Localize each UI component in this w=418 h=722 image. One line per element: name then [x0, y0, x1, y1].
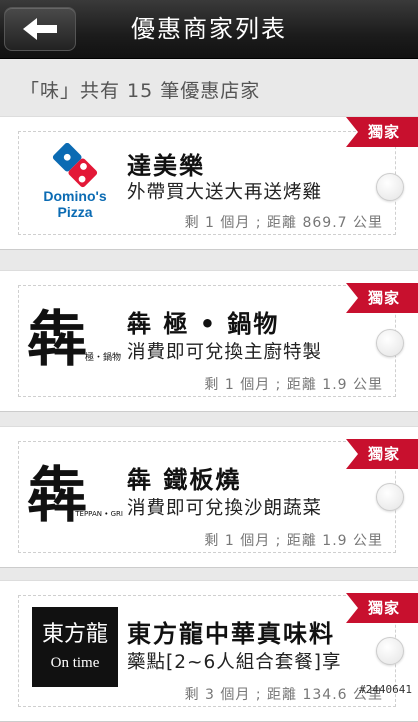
logo-text-ben: 犇 — [27, 461, 87, 531]
store-promo: 消費即可兌換沙朗蔬菜 — [127, 498, 323, 519]
watermark: #2440641 — [359, 683, 412, 696]
store-card-inner: Domino's Pizza 達美樂 外帶買大送大再送烤雞 剩 1 個月 ; 距… — [18, 131, 396, 235]
logo-text-sub: TEPPAN • GRILL — [74, 510, 123, 518]
ben-teppan-logo-icon: 犇 TEPPAN • GRILL — [25, 448, 125, 538]
logo-text-sub: 極・鍋物 — [85, 351, 121, 363]
ben-hotpot-logo-icon: 犇 極・鍋物 — [25, 292, 125, 382]
store-promo: 外帶買大送大再送烤雞 — [127, 182, 323, 203]
select-radio[interactable] — [376, 329, 404, 357]
store-meta: 剩 1 個月 ; 距離 1.9 公里 — [204, 377, 383, 393]
page-title: 優惠商家列表 — [131, 15, 287, 43]
select-radio[interactable] — [376, 173, 404, 201]
store-card[interactable]: 東方龍 On time 東方龍中華真味料 藥點[2~6人組合套餐]享 剩 3 個… — [0, 580, 418, 722]
logo-text-ben: 犇 — [27, 305, 87, 375]
exclusive-badge: 獨家 — [346, 117, 418, 147]
store-card-inner: 犇 極・鍋物 犇 極 • 鍋物 消費即可兌換主廚特製 剩 1 個月 ; 距離 1… — [18, 285, 396, 397]
select-radio[interactable] — [376, 483, 404, 511]
store-card[interactable]: 犇 TEPPAN • GRILL 犇 鐵板燒 消費即可兌換沙朗蔬菜 剩 1 個月… — [0, 426, 418, 568]
logo-text-dominos: Domino's — [43, 188, 106, 204]
store-card-inner: 東方龍 On time 東方龍中華真味料 藥點[2~6人組合套餐]享 剩 3 個… — [18, 595, 396, 707]
exclusive-badge-label: 獨家 — [368, 599, 401, 617]
logo-text-on-time: On time — [51, 655, 100, 671]
results-summary: 「味」共有 15 筆優惠店家 — [20, 80, 261, 102]
store-name: 犇 極 • 鍋物 — [127, 310, 280, 338]
store-name: 東方龍中華真味料 — [127, 620, 335, 648]
exclusive-badge: 獨家 — [346, 593, 418, 623]
logo-text-dragon: 東方龍 — [42, 622, 108, 647]
store-promo: 藥點[2~6人組合套餐]享 — [127, 652, 342, 673]
store-name: 達美樂 — [127, 152, 205, 180]
select-radio[interactable] — [376, 637, 404, 665]
store-meta: 剩 1 個月 ; 距離 1.9 公里 — [204, 533, 383, 549]
store-promo: 消費即可兌換主廚特製 — [127, 342, 323, 363]
store-meta: 剩 1 個月 ; 距離 869.7 公里 — [184, 215, 383, 231]
top-bar: 優惠商家列表 — [0, 0, 418, 59]
store-card-inner: 犇 TEPPAN • GRILL 犇 鐵板燒 消費即可兌換沙朗蔬菜 剩 1 個月… — [18, 441, 396, 553]
logo-text-pizza: Pizza — [57, 204, 92, 220]
exclusive-badge: 獨家 — [346, 283, 418, 313]
dominos-logo-icon: Domino's Pizza — [25, 138, 125, 228]
exclusive-badge-label: 獨家 — [368, 289, 401, 307]
store-card[interactable]: 犇 極・鍋物 犇 極 • 鍋物 消費即可兌換主廚特製 剩 1 個月 ; 距離 1… — [0, 270, 418, 412]
on-time-logo-icon: 東方龍 On time — [25, 602, 125, 692]
exclusive-badge: 獨家 — [346, 439, 418, 469]
exclusive-badge-label: 獨家 — [368, 445, 401, 463]
store-card[interactable]: Domino's Pizza 達美樂 外帶買大送大再送烤雞 剩 1 個月 ; 距… — [0, 116, 418, 250]
store-name: 犇 鐵板燒 — [127, 466, 242, 494]
exclusive-badge-label: 獨家 — [368, 123, 401, 141]
store-meta: 剩 3 個月 ; 距離 134.6 公里 — [184, 687, 383, 703]
